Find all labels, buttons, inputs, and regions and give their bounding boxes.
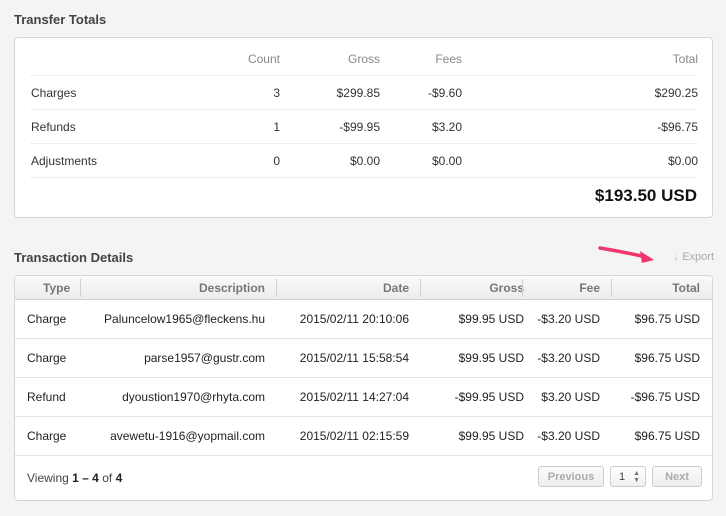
totals-header-gross: Gross <box>347 52 380 66</box>
previous-button[interactable]: Previous <box>538 466 604 487</box>
totals-row-label: Adjustments <box>31 154 98 168</box>
export-label: Export <box>682 251 714 263</box>
cell-date: 2015/02/11 15:58:54 <box>299 351 409 365</box>
pagination-controls: Previous 1 ▲ ▼ Next <box>538 466 702 487</box>
page-select[interactable]: 1 ▲ ▼ <box>610 466 646 487</box>
cell-date: 2015/02/11 20:10:06 <box>299 312 409 326</box>
cell-fee: -$3.20 USD <box>537 351 600 365</box>
table-row[interactable]: Refund dyoustion1970@rhyta.com 2015/02/1… <box>15 378 712 417</box>
column-header-fee[interactable]: Fee <box>579 276 600 300</box>
cell-date: 2015/02/11 02:15:59 <box>299 429 409 443</box>
totals-row-total: $0.00 <box>667 154 698 168</box>
totals-row-label: Refunds <box>31 120 76 134</box>
cell-type: Charge <box>27 312 67 326</box>
cell-type: Refund <box>27 390 66 404</box>
totals-row-fees: -$9.60 <box>427 86 462 100</box>
totals-row-gross: -$99.95 <box>339 120 380 134</box>
transaction-details-title: Transaction Details <box>14 250 134 265</box>
totals-row-count: 0 <box>273 154 280 168</box>
totals-header-row: Count Gross Fees Total <box>31 42 698 76</box>
column-divider <box>276 279 277 297</box>
cell-description: Paluncelow1965@fleckens.hu <box>104 312 265 326</box>
next-button[interactable]: Next <box>652 466 702 487</box>
totals-row-total: -$96.75 <box>657 120 698 134</box>
export-link[interactable]: ↓ Export <box>673 251 714 263</box>
cell-description: avewetu-1916@yopmail.com <box>110 429 265 443</box>
totals-row-adjustments: Adjustments 0 $0.00 $0.00 $0.00 <box>31 144 698 178</box>
download-icon: ↓ <box>673 251 679 263</box>
viewing-prefix: Viewing <box>27 471 69 485</box>
totals-row-count: 3 <box>273 86 280 100</box>
transfer-totals-title: Transfer Totals <box>14 12 107 27</box>
cell-fee: -$3.20 USD <box>537 312 600 326</box>
viewing-of: of <box>102 471 113 485</box>
totals-header-total: Total <box>672 52 698 66</box>
column-header-type[interactable]: Type <box>43 276 70 300</box>
cell-description: dyoustion1970@rhyta.com <box>122 390 265 404</box>
column-header-total[interactable]: Total <box>672 276 700 300</box>
cell-gross: $99.95 USD <box>458 351 524 365</box>
totals-row-gross: $0.00 <box>349 154 380 168</box>
column-header-gross[interactable]: Gross <box>489 276 524 300</box>
cell-gross: -$99.95 USD <box>454 390 524 404</box>
page-select-value: 1 <box>619 470 626 483</box>
table-row[interactable]: Charge avewetu-1916@yopmail.com 2015/02/… <box>15 417 712 456</box>
table-header: Type Description Date Gross Fee Total <box>15 276 712 300</box>
cell-description: parse1957@gustr.com <box>144 351 265 365</box>
column-divider <box>420 279 421 297</box>
column-header-date[interactable]: Date <box>383 276 409 300</box>
column-divider <box>611 279 612 297</box>
cell-gross: $99.95 USD <box>458 429 524 443</box>
totals-row-fees: $3.20 <box>431 120 462 134</box>
cell-date: 2015/02/11 14:27:04 <box>299 390 409 404</box>
grand-total: $193.50 USD <box>594 186 697 205</box>
totals-row-label: Charges <box>31 86 77 100</box>
cell-gross: $99.95 USD <box>458 312 524 326</box>
totals-row-refunds: Refunds 1 -$99.95 $3.20 -$96.75 <box>31 110 698 144</box>
totals-row-count: 1 <box>273 120 280 134</box>
column-header-description[interactable]: Description <box>199 276 265 300</box>
cell-type: Charge <box>27 351 67 365</box>
cell-total: -$96.75 USD <box>630 390 700 404</box>
cell-type: Charge <box>27 429 67 443</box>
transfer-totals-card: Count Gross Fees Total Charges 3 $299.85… <box>14 37 713 218</box>
totals-row-charges: Charges 3 $299.85 -$9.60 $290.25 <box>31 76 698 110</box>
table-footer: Viewing 1 – 4 of 4 Previous 1 ▲ ▼ Next <box>15 456 712 500</box>
viewing-range: 1 – 4 <box>72 471 99 485</box>
cell-total: $96.75 USD <box>634 351 700 365</box>
cell-fee: -$3.20 USD <box>537 429 600 443</box>
totals-row-gross: $299.85 <box>336 86 380 100</box>
pagination-summary: Viewing 1 – 4 of 4 <box>27 471 122 485</box>
cell-total: $96.75 USD <box>634 312 700 326</box>
cell-fee: $3.20 USD <box>541 390 600 404</box>
column-divider <box>80 279 81 297</box>
totals-row-fees: $0.00 <box>431 154 462 168</box>
annotation-arrow-icon <box>598 246 654 263</box>
column-divider <box>522 279 523 297</box>
updown-chevron-icon: ▲ ▼ <box>633 469 640 484</box>
transaction-details-table: Type Description Date Gross Fee Total Ch… <box>14 275 713 501</box>
viewing-count: 4 <box>115 471 123 485</box>
totals-header-count: Count <box>247 52 280 66</box>
table-row[interactable]: Charge parse1957@gustr.com 2015/02/11 15… <box>15 339 712 378</box>
table-row[interactable]: Charge Paluncelow1965@fleckens.hu 2015/0… <box>15 300 712 339</box>
cell-total: $96.75 USD <box>634 429 700 443</box>
totals-row-total: $290.25 <box>654 86 698 100</box>
totals-header-fees: Fees <box>435 52 462 66</box>
